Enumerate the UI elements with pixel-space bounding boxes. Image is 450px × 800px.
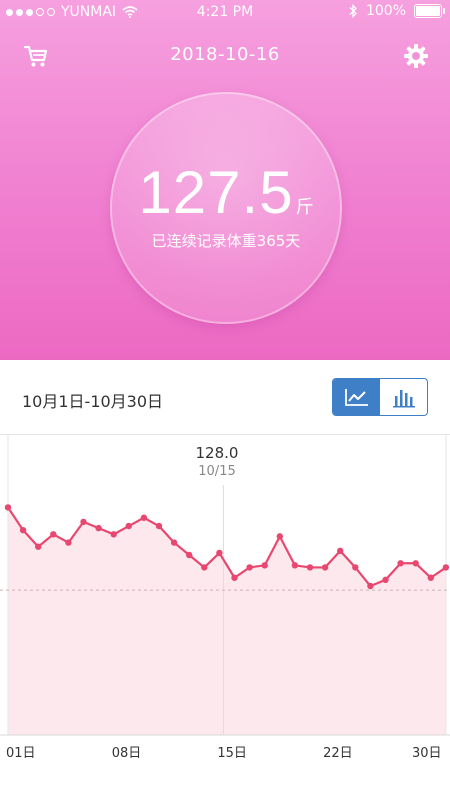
- data-point: [80, 518, 87, 526]
- data-point: [291, 562, 299, 569]
- data-point: [140, 514, 148, 521]
- x-tick-label: 22日: [323, 746, 353, 761]
- data-point: [125, 522, 132, 530]
- data-point: [412, 560, 419, 567]
- data-point: [155, 522, 163, 530]
- x-tick-label: 30日: [412, 746, 442, 761]
- bar-chart-button[interactable]: [380, 379, 427, 415]
- line-chart-icon: [344, 389, 368, 406]
- data-point: [216, 549, 223, 557]
- data-point: [306, 564, 314, 571]
- chart-type-toggle: [332, 378, 428, 416]
- top-bar: 2018-10-16: [0, 38, 450, 74]
- data-point: [397, 560, 404, 567]
- current-date: 2018-10-16: [170, 44, 280, 65]
- x-tick-label: 01日: [6, 746, 36, 761]
- data-point: [4, 504, 12, 511]
- status-bar: YUNMAI 4:21 PM 100%: [0, 0, 450, 26]
- tooltip-value: 128.0: [195, 444, 239, 462]
- weight-display: 127.5 斤: [110, 158, 342, 227]
- data-point: [276, 533, 283, 540]
- streak-text: 已连续记录体重365天: [151, 232, 301, 250]
- data-point: [231, 574, 238, 581]
- data-point: [382, 576, 389, 584]
- bar-chart-icon: [392, 390, 415, 408]
- x-tick-label: 15日: [217, 746, 247, 761]
- line-chart-button[interactable]: [333, 379, 380, 415]
- data-point: [246, 564, 253, 571]
- data-point: [65, 539, 72, 546]
- data-point: [170, 539, 178, 546]
- weight-value: 127.5: [138, 159, 294, 226]
- tooltip-date: 10/15: [198, 464, 236, 479]
- data-point: [50, 531, 57, 538]
- data-point: [352, 564, 359, 571]
- date-range-bar: 10月1日-10月30日: [0, 360, 450, 435]
- x-tick-label: 08日: [111, 746, 142, 761]
- chart-area-fill: [8, 507, 446, 735]
- battery-percent: 100%: [365, 3, 406, 19]
- status-right: 100%: [348, 3, 445, 19]
- data-point: [367, 582, 374, 590]
- summary-header: YUNMAI 4:21 PM 100% 2018-10-16 127.5 斤 已…: [0, 0, 450, 360]
- data-point: [19, 526, 27, 534]
- data-point: [201, 564, 208, 571]
- weight-unit: 斤: [295, 197, 314, 218]
- settings-button[interactable]: [402, 42, 430, 70]
- date-range-label: 10月1日-10月30日: [22, 392, 164, 411]
- data-point: [95, 524, 102, 532]
- data-point: [427, 574, 434, 581]
- bluetooth-icon: [349, 4, 357, 18]
- data-point: [261, 562, 268, 569]
- weight-circle[interactable]: 127.5 斤 已连续记录体重365天: [110, 92, 342, 324]
- data-point: [321, 564, 329, 571]
- battery-icon: [414, 4, 445, 18]
- data-point: [337, 547, 344, 555]
- data-point: [110, 531, 117, 538]
- data-point: [442, 564, 450, 571]
- gear-icon: [404, 44, 428, 68]
- data-point: [35, 543, 42, 550]
- data-point: [186, 551, 193, 559]
